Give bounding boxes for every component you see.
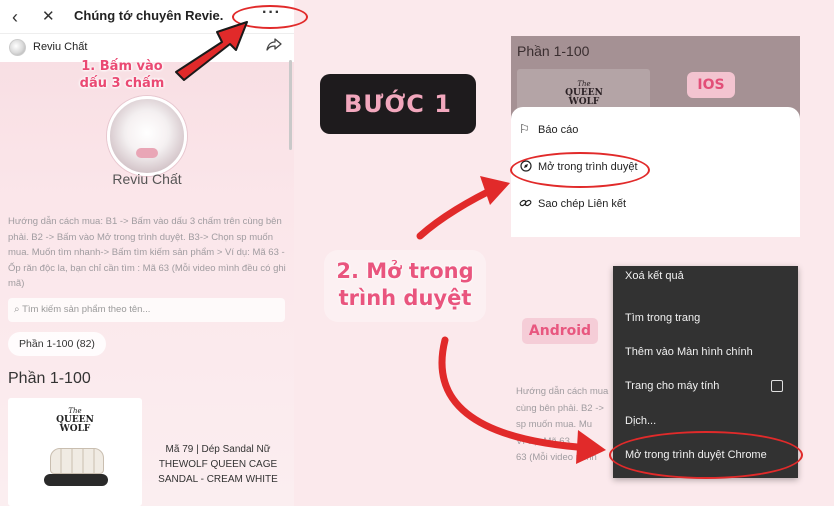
arrow-to-ios-open — [416, 176, 510, 240]
profile-name: Reviu Chất — [112, 171, 182, 187]
android-instr-line4: Ví dụ: Mã 63 — [516, 435, 570, 447]
step2-line1: 2. Mở trong — [336, 259, 474, 283]
ios-queen-wolf-logo: The QUEEN WOLF — [545, 80, 623, 107]
android-instr-line3: sp muốn mua. Mu — [516, 419, 593, 430]
android-instr-line2: cùng bên phải. B2 -> — [516, 402, 604, 414]
product-caption[interactable]: Mã 79 | Dép Sandal Nữ THEWOLF QUEEN CAGE… — [148, 442, 288, 487]
ios-brand-line2: WOLF — [568, 97, 600, 107]
queen-wolf-logo: The QUEEN WOLF — [40, 407, 110, 434]
scrollbar[interactable] — [289, 60, 292, 150]
sandal-sole-image — [44, 474, 108, 486]
shop-name[interactable]: Reviu Chất — [33, 41, 87, 53]
android-instr-line1: Hướng dẫn cách mua — [516, 386, 609, 397]
sandal-strap-image — [50, 448, 104, 474]
step1-line2: dấu 3 chấm — [79, 76, 165, 91]
section-heading: Phần 1-100 — [8, 370, 91, 387]
step2-line2: trình duyệt — [338, 286, 472, 310]
highlight-circle-ios-open — [510, 152, 650, 188]
android-menu-item-add-to-home[interactable]: Thêm vào Màn hình chính — [625, 346, 753, 358]
category-chip[interactable]: Phần 1-100 (82) — [8, 332, 106, 356]
step1-instruction: 1. Bấm vào dấu 3 chấm — [52, 58, 192, 92]
close-icon[interactable]: ✕ — [42, 0, 55, 34]
highlight-circle-more — [232, 5, 308, 29]
flag-icon: ⚐ — [519, 122, 530, 136]
product-caption-line3: SANDAL - CREAM WHITE — [158, 474, 278, 485]
product-caption-line2: THEWOLF QUEEN CAGE — [158, 459, 278, 470]
shop-avatar-small[interactable] — [9, 39, 26, 56]
search-placeholder: Tìm kiếm sản phẩm theo tên... — [22, 304, 151, 315]
page-title: Chúng tớ chuyên Revie... — [74, 8, 224, 23]
search-icon: ⌕ — [14, 304, 20, 315]
ios-badge: IOS — [687, 72, 735, 98]
purchase-instructions: Hướng dẫn cách mua: B1 -> Bấm vào dấu 3 … — [8, 216, 286, 289]
step2-label: 2. Mở trong trình duyệt — [324, 250, 486, 322]
desktop-site-checkbox[interactable] — [771, 380, 783, 392]
android-menu-item-clear-results[interactable]: Xoá kết quả — [625, 270, 684, 282]
product-caption-line1: Mã 79 | Dép Sandal Nữ — [165, 444, 271, 455]
product-search-input[interactable]: ⌕ Tìm kiếm sản phẩm theo tên... — [8, 298, 285, 322]
step1-badge: BƯỚC 1 — [320, 74, 476, 134]
step1-line1: 1. Bấm vào — [81, 59, 163, 74]
share-icon[interactable] — [266, 38, 282, 56]
android-badge: Android — [522, 318, 598, 344]
ios-section-heading: Phần 1-100 — [517, 43, 590, 59]
highlight-circle-android-chrome — [609, 431, 803, 479]
android-menu-item-find-in-page[interactable]: Tìm trong trang — [625, 312, 700, 324]
android-menu-item-desktop-site[interactable]: Trang cho máy tính — [625, 380, 719, 392]
android-instr-line5: 63 (Mỗi video mình — [516, 452, 597, 463]
android-instructions: Hướng dẫn cách mua cùng bên phải. B2 -> … — [516, 384, 616, 467]
back-icon[interactable]: ‹ — [12, 0, 18, 34]
brand-line2: WOLF — [59, 424, 91, 434]
cat-bow-decoration — [136, 148, 158, 158]
android-menu-item-translate[interactable]: Dịch... — [625, 415, 656, 427]
ios-menu-item-copy-link[interactable]: Sao chép Liên kết — [538, 198, 626, 210]
link-icon — [519, 197, 532, 212]
ios-menu-item-report[interactable]: Báo cáo — [538, 124, 578, 136]
